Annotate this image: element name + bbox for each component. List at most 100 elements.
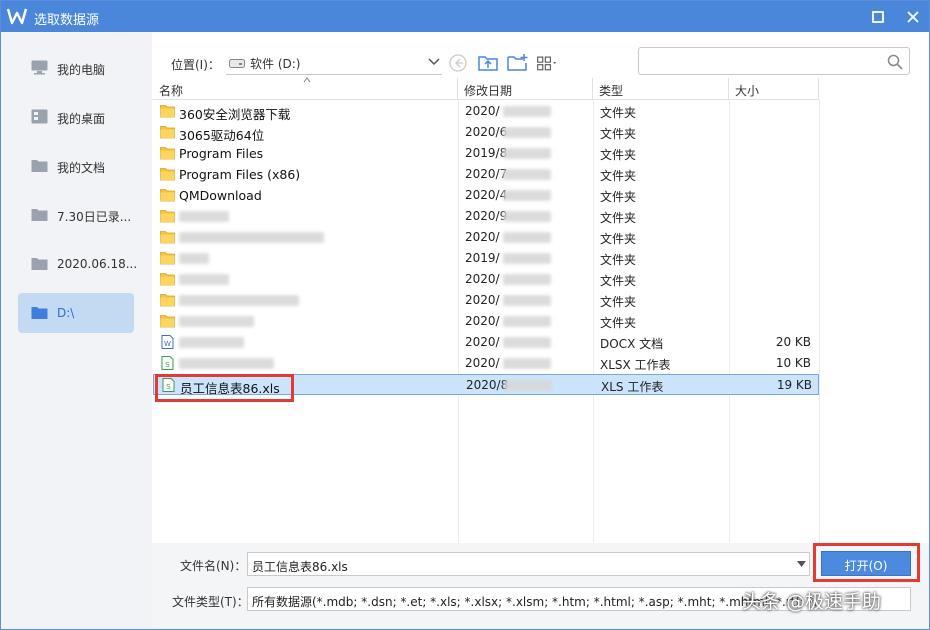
file-type: 文件夹 bbox=[600, 190, 637, 204]
file-row[interactable]: 360安全浏览器下载 2020/文件夹 bbox=[153, 101, 819, 122]
redacted-date bbox=[503, 169, 551, 180]
redacted-date bbox=[503, 337, 551, 348]
redacted-name bbox=[179, 274, 229, 285]
dialog-footer: 文件名(N)： 员工信息表86.xls 文件类型(T)： 所有数据源(*.mdb… bbox=[152, 543, 929, 629]
sidebar-item-730-folder[interactable]: 7.30日已录... bbox=[18, 195, 134, 235]
sort-ascending-icon bbox=[303, 77, 311, 83]
column-header-name[interactable]: 名称 bbox=[153, 77, 458, 100]
folder-icon bbox=[160, 147, 175, 160]
redacted-name bbox=[179, 211, 229, 222]
redacted-date bbox=[503, 253, 551, 264]
selected-file-highlight bbox=[155, 374, 294, 402]
file-list-header: 名称 修改日期 类型 大小 bbox=[153, 77, 819, 100]
maximize-button[interactable] bbox=[865, 5, 891, 29]
sidebar-item-label: 7.30日已录... bbox=[57, 210, 132, 224]
file-name: Program Files (x86) bbox=[179, 167, 301, 182]
file-date: 2020/6 bbox=[465, 125, 508, 139]
folder-icon bbox=[31, 307, 48, 319]
folder-icon bbox=[160, 189, 175, 202]
file-row[interactable]: 3065驱动64位 2020/6 文件夹 bbox=[153, 122, 819, 143]
file-row[interactable]: S 2020/XLSX 工作表 10 KB bbox=[153, 353, 819, 374]
file-type: 文件夹 bbox=[600, 295, 637, 309]
column-divider bbox=[819, 100, 820, 543]
view-mode-icon[interactable] bbox=[536, 52, 558, 74]
sidebar-item-my-documents[interactable]: 我的文档 bbox=[18, 146, 134, 186]
search-icon[interactable] bbox=[887, 54, 903, 70]
file-row[interactable]: 2019/文件夹 bbox=[153, 248, 819, 269]
sidebar-item-label: D:\ bbox=[57, 306, 75, 320]
title-bar: 选取数据源 bbox=[1, 1, 929, 32]
search-input[interactable] bbox=[638, 47, 910, 75]
file-list: 名称 修改日期 类型 大小 360安全浏览器下载 2020/文件夹 3065驱动64… bbox=[153, 77, 929, 543]
open-button[interactable]: 打开(O) bbox=[821, 551, 911, 576]
redacted-name bbox=[179, 232, 324, 243]
redacted-date bbox=[503, 316, 551, 327]
filename-field[interactable]: 员工信息表86.xls bbox=[247, 552, 810, 576]
file-row[interactable]: 2020/文件夹 bbox=[153, 290, 819, 311]
file-name: Program Files bbox=[179, 146, 264, 161]
file-type: 文件夹 bbox=[600, 127, 637, 141]
chevron-down-icon bbox=[428, 58, 440, 66]
svg-text:S: S bbox=[165, 361, 170, 369]
svg-text:W: W bbox=[164, 340, 171, 348]
file-date: 2019/8 bbox=[465, 146, 508, 160]
redacted-name bbox=[179, 316, 254, 327]
back-icon[interactable] bbox=[447, 52, 469, 74]
folder-icon bbox=[160, 210, 175, 223]
file-row[interactable]: W 2020/DOCX 文档 20 KB bbox=[153, 332, 819, 353]
column-header-label: 类型 bbox=[599, 84, 624, 98]
folder-icon bbox=[160, 105, 175, 118]
up-folder-icon[interactable] bbox=[477, 52, 499, 74]
sidebar-item-my-desktop[interactable]: 我的桌面 bbox=[18, 97, 134, 137]
file-date: 2020/ bbox=[465, 272, 500, 286]
filename-value: 员工信息表86.xls bbox=[252, 560, 348, 574]
column-header-label: 大小 bbox=[735, 84, 760, 98]
file-date: 2020/ bbox=[465, 356, 500, 370]
new-folder-icon[interactable] bbox=[506, 52, 528, 74]
folder-icon bbox=[160, 294, 175, 307]
file-row[interactable]: 2020/9 文件夹 bbox=[153, 206, 819, 227]
redacted-date bbox=[503, 127, 551, 138]
redacted-name bbox=[179, 253, 209, 264]
file-row[interactable]: 2020/文件夹 bbox=[153, 227, 819, 248]
file-date: 2020/ bbox=[465, 314, 500, 328]
file-type: XLSX 工作表 bbox=[600, 358, 671, 372]
file-type: DOCX 文档 bbox=[600, 337, 664, 351]
redacted-date bbox=[503, 274, 551, 285]
redacted-name bbox=[179, 337, 244, 348]
close-icon bbox=[907, 11, 919, 23]
column-header-label: 修改日期 bbox=[464, 84, 513, 98]
xlsx-icon: S bbox=[161, 356, 174, 370]
file-row[interactable]: Program Files (x86) 2020/7 文件夹 bbox=[153, 164, 819, 185]
location-label: 位置(I)： bbox=[171, 58, 220, 72]
file-row[interactable]: Program Files 2019/8 文件夹 bbox=[153, 143, 819, 164]
column-header-size[interactable]: 大小 bbox=[729, 78, 819, 100]
location-dropdown[interactable]: 软件 (D:) bbox=[226, 51, 442, 75]
chevron-down-icon[interactable] bbox=[797, 561, 806, 567]
redacted-date bbox=[503, 358, 551, 369]
file-name: 360安全浏览器下载 bbox=[179, 107, 291, 122]
column-header-label: 名称 bbox=[159, 84, 184, 98]
filename-label: 文件名(N)： bbox=[180, 559, 247, 573]
file-row[interactable]: 2020/文件夹 bbox=[153, 269, 819, 290]
maximize-icon bbox=[872, 11, 884, 23]
desktop-icon bbox=[31, 109, 48, 124]
sidebar-item-label: 我的文档 bbox=[57, 161, 106, 175]
computer-icon bbox=[31, 60, 48, 75]
file-type: 文件夹 bbox=[600, 253, 637, 267]
file-size: 10 KB bbox=[775, 356, 811, 370]
sidebar-item-20200618-folder[interactable]: 2020.06.18... bbox=[18, 244, 137, 284]
column-header-date[interactable]: 修改日期 bbox=[458, 78, 593, 100]
sidebar-item-my-computer[interactable]: 我的电脑 bbox=[18, 48, 134, 88]
column-header-type[interactable]: 类型 bbox=[593, 78, 729, 100]
docx-icon: W bbox=[161, 335, 174, 349]
file-row[interactable]: 2020/文件夹 bbox=[153, 311, 819, 332]
file-size: 19 KB bbox=[776, 378, 812, 392]
file-size: 20 KB bbox=[775, 335, 811, 349]
sidebar-item-label: 我的桌面 bbox=[57, 112, 106, 126]
sidebar-item-drive-d[interactable]: D:\ bbox=[18, 293, 134, 333]
redacted-date bbox=[503, 295, 551, 306]
close-button[interactable] bbox=[900, 5, 926, 29]
file-row[interactable]: QMDownload 2020/4 文件夹 bbox=[153, 185, 819, 206]
file-date: 2020/ bbox=[465, 293, 500, 307]
